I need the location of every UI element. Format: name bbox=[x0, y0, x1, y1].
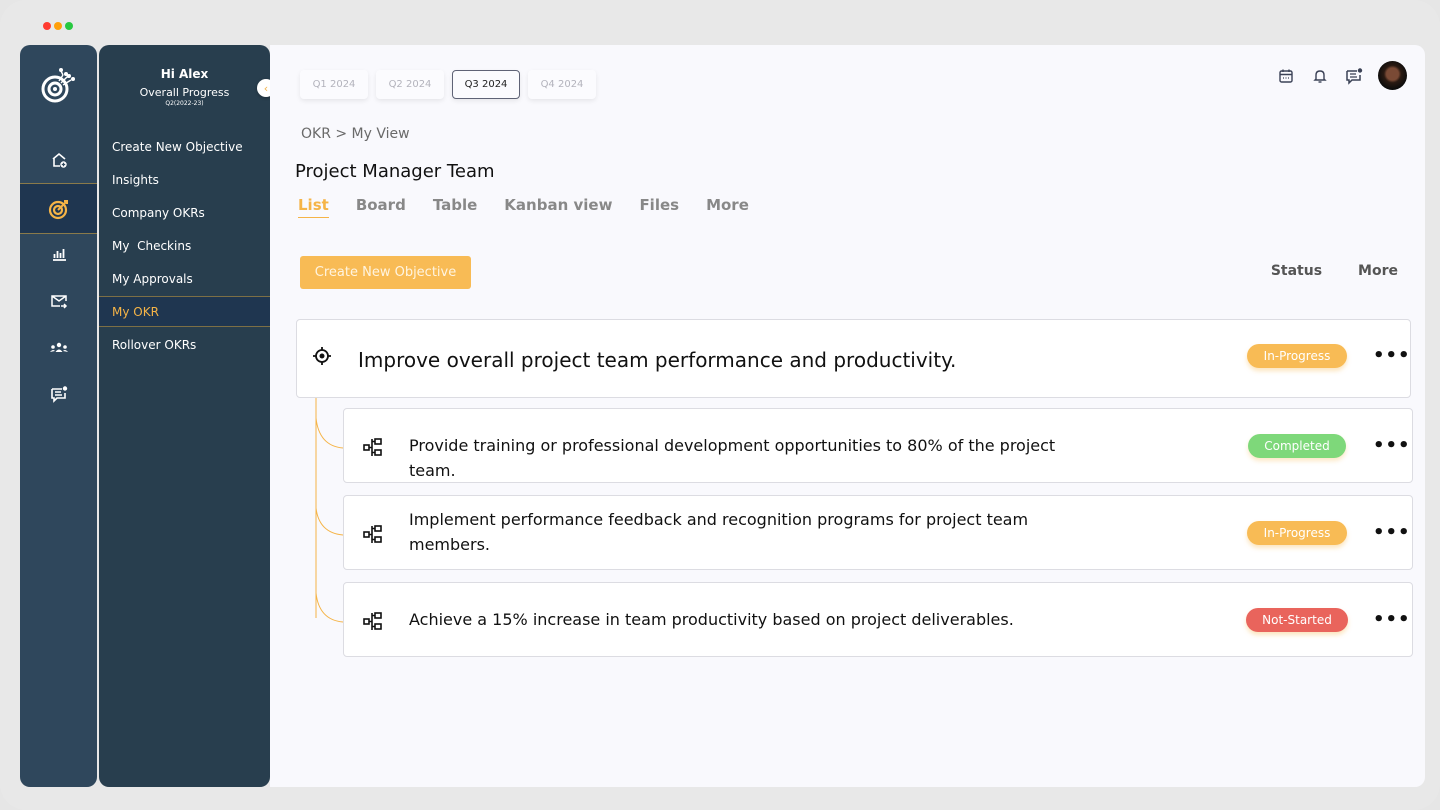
page-title: Project Manager Team bbox=[295, 161, 495, 182]
overall-progress-label: Overall Progress bbox=[139, 86, 230, 99]
subnav-item-label: Rollover OKRs bbox=[112, 337, 197, 352]
greeting-text: Hi Alex bbox=[160, 67, 209, 81]
calendar-button[interactable] bbox=[1276, 66, 1296, 86]
home-add-icon bbox=[51, 152, 67, 168]
subnav-item-label: Insights bbox=[112, 172, 159, 187]
create-objective-button[interactable]: Create New Objective bbox=[300, 256, 471, 289]
team-icon bbox=[49, 342, 68, 352]
view-tabs: List Board Table Kanban view Files More bbox=[298, 196, 749, 218]
subnav-item-my-okr[interactable]: My OKR bbox=[99, 296, 270, 327]
rail-item-mail[interactable] bbox=[20, 278, 97, 324]
status-badge: Completed bbox=[1248, 434, 1346, 458]
chevron-left-icon: ‹ bbox=[263, 81, 269, 95]
maximize-window-button[interactable] bbox=[65, 22, 73, 30]
status-filter-button[interactable]: Status bbox=[1271, 263, 1322, 279]
quarter-tab-q4[interactable]: Q4 2024 bbox=[528, 70, 596, 99]
main-content: Q1 2024 Q2 2024 Q3 2024 Q4 2024 OKR > My… bbox=[270, 45, 1425, 787]
subnav-item-label: Company OKRs bbox=[112, 205, 205, 220]
rail-item-home[interactable] bbox=[20, 137, 97, 183]
rail-item-messages[interactable] bbox=[20, 371, 97, 417]
status-badge: In-Progress bbox=[1247, 521, 1347, 545]
objective-card[interactable]: Improve overall project team performance… bbox=[296, 319, 1411, 398]
key-result-card[interactable]: Achieve a 15% increase in team productiv… bbox=[343, 582, 1413, 657]
key-result-text: Provide training or professional develop… bbox=[409, 436, 1056, 480]
quarter-tab-q2[interactable]: Q2 2024 bbox=[376, 70, 444, 99]
subnav-item-company-okrs[interactable]: Company OKRs bbox=[99, 197, 270, 228]
objective-menu-button[interactable]: ••• bbox=[1373, 347, 1411, 365]
key-result-card[interactable]: Implement performance feedback and recog… bbox=[343, 495, 1413, 570]
greeting-block: Hi Alex Overall Progress Q2(2022-23) bbox=[99, 67, 270, 107]
calendar-icon bbox=[1279, 69, 1293, 83]
subnav-item-label: My OKR bbox=[112, 304, 159, 319]
key-result-menu-button[interactable]: ••• bbox=[1373, 437, 1411, 455]
quarter-tab-q3[interactable]: Q3 2024 bbox=[452, 70, 520, 99]
tab-kanban-view[interactable]: Kanban view bbox=[504, 196, 612, 218]
status-badge: In-Progress bbox=[1247, 344, 1347, 368]
hierarchy-icon bbox=[363, 612, 382, 630]
subnav-item-label: Create New Objective bbox=[112, 139, 243, 154]
subnav-item-my-checkins[interactable]: My Checkins bbox=[99, 230, 270, 261]
progress-period: Q2(2022-23) bbox=[165, 100, 204, 107]
key-result-text: Achieve a 15% increase in team productiv… bbox=[409, 610, 1014, 629]
hierarchy-icon bbox=[363, 525, 382, 543]
app-window: Hi Alex Overall Progress Q2(2022-23) Cre… bbox=[0, 0, 1440, 810]
quarter-tabs: Q1 2024 Q2 2024 Q3 2024 Q4 2024 bbox=[300, 70, 596, 99]
tab-table[interactable]: Table bbox=[433, 196, 477, 218]
subnav-item-rollover-okrs[interactable]: Rollover OKRs bbox=[99, 329, 270, 360]
tab-files[interactable]: Files bbox=[639, 196, 679, 218]
mail-forward-icon bbox=[50, 295, 67, 309]
notifications-button[interactable] bbox=[1310, 66, 1330, 86]
quarter-tab-q1[interactable]: Q1 2024 bbox=[300, 70, 368, 99]
subnav-item-create-objective[interactable]: Create New Objective bbox=[99, 131, 270, 162]
subnav-item-my-approvals[interactable]: My Approvals bbox=[99, 263, 270, 294]
hierarchy-icon bbox=[363, 438, 382, 456]
sub-navigation: Hi Alex Overall Progress Q2(2022-23) Cre… bbox=[99, 45, 270, 787]
subnav-item-label: My Approvals bbox=[112, 271, 193, 286]
key-result-menu-button[interactable]: ••• bbox=[1373, 611, 1411, 629]
rail-item-okr[interactable] bbox=[20, 183, 97, 234]
breadcrumb[interactable]: OKR > My View bbox=[301, 126, 410, 142]
more-options-button[interactable]: More bbox=[1358, 263, 1398, 279]
icon-rail bbox=[20, 45, 97, 787]
subnav-item-label: My Checkins bbox=[112, 238, 192, 253]
tab-list[interactable]: List bbox=[298, 196, 329, 218]
rail-item-team[interactable] bbox=[20, 325, 97, 371]
rail-item-analytics[interactable] bbox=[20, 231, 97, 277]
objective-title: Improve overall project team performance… bbox=[358, 348, 957, 372]
target-logo-icon[interactable] bbox=[39, 65, 79, 105]
close-window-button[interactable] bbox=[43, 22, 51, 30]
bell-icon bbox=[1313, 69, 1327, 83]
header-actions bbox=[1276, 61, 1407, 90]
key-result-menu-button[interactable]: ••• bbox=[1373, 524, 1411, 542]
crosshair-icon bbox=[313, 347, 331, 365]
minimize-window-button[interactable] bbox=[54, 22, 62, 30]
target-icon bbox=[48, 199, 68, 219]
tab-board[interactable]: Board bbox=[356, 196, 406, 218]
status-badge: Not-Started bbox=[1246, 608, 1348, 632]
avatar[interactable] bbox=[1378, 61, 1407, 90]
key-result-card[interactable]: Provide training or professional develop… bbox=[343, 408, 1413, 483]
messages-button[interactable] bbox=[1344, 66, 1364, 86]
chat-icon bbox=[1346, 67, 1363, 85]
list-actions: Status More bbox=[1271, 263, 1398, 279]
tab-more[interactable]: More bbox=[706, 196, 749, 218]
window-controls bbox=[43, 22, 73, 30]
bar-chart-icon bbox=[52, 249, 66, 261]
chat-notification-icon bbox=[50, 386, 67, 403]
key-result-text: Implement performance feedback and recog… bbox=[409, 510, 1029, 554]
subnav-item-insights[interactable]: Insights bbox=[99, 164, 270, 195]
